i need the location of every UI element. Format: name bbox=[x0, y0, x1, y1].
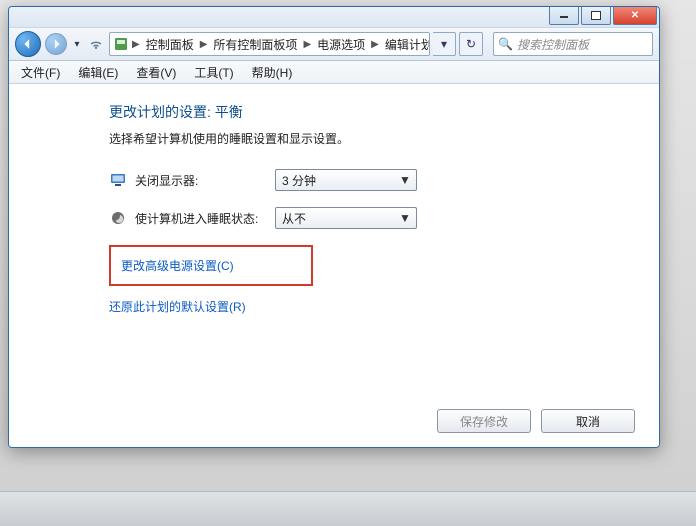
chevron-right-icon: ▶ bbox=[130, 39, 142, 50]
breadcrumb-all-items[interactable]: 所有控制面板项 bbox=[211, 36, 299, 53]
link-advanced-power-settings[interactable]: 更改高级电源设置(C) bbox=[121, 259, 234, 273]
display-icon bbox=[109, 171, 127, 189]
chevron-right-icon: ▶ bbox=[198, 39, 210, 50]
control-panel-icon bbox=[114, 36, 128, 52]
chevron-right-icon: ▶ bbox=[369, 39, 381, 50]
chevron-right-icon: ▶ bbox=[301, 39, 313, 50]
combo-value: 从不 bbox=[282, 210, 398, 227]
window-close-button[interactable] bbox=[613, 6, 657, 25]
menu-tools[interactable]: 工具(T) bbox=[186, 62, 241, 83]
sleep-icon bbox=[109, 209, 127, 227]
arrow-left-icon bbox=[22, 38, 34, 50]
label-sleep: 使计算机进入睡眠状态: bbox=[135, 210, 275, 227]
window-titlebar bbox=[9, 7, 659, 28]
search-input[interactable]: 🔍 搜索控制面板 bbox=[493, 32, 653, 56]
breadcrumb-root[interactable]: 控制面板 bbox=[144, 36, 196, 53]
nav-back-button[interactable] bbox=[15, 31, 41, 57]
highlight-box: 更改高级电源设置(C) bbox=[109, 245, 313, 286]
chevron-down-icon: ▼ bbox=[398, 211, 412, 225]
window-minimize-button[interactable] bbox=[549, 6, 579, 25]
menu-help[interactable]: 帮助(H) bbox=[244, 62, 301, 83]
refresh-button[interactable]: ↻ bbox=[459, 32, 483, 56]
window-maximize-button[interactable] bbox=[581, 6, 611, 25]
combo-turn-off-display[interactable]: 3 分钟 ▼ bbox=[275, 169, 417, 191]
menu-bar: 文件(F) 编辑(E) 查看(V) 工具(T) 帮助(H) bbox=[9, 61, 659, 84]
menu-view[interactable]: 查看(V) bbox=[128, 62, 184, 83]
save-button[interactable]: 保存修改 bbox=[437, 409, 531, 433]
link-restore-defaults[interactable]: 还原此计划的默认设置(R) bbox=[109, 300, 246, 314]
nav-forward-button[interactable] bbox=[45, 33, 67, 55]
nav-history-dropdown[interactable]: ▾ bbox=[71, 32, 83, 56]
network-status-icon bbox=[87, 35, 105, 53]
search-icon: 🔍 bbox=[498, 37, 513, 51]
page-subtext: 选择希望计算机使用的睡眠设置和显示设置。 bbox=[109, 130, 659, 147]
row-turn-off-display: 关闭显示器: 3 分钟 ▼ bbox=[109, 169, 659, 191]
navigation-bar: ▾ ▶ 控制面板 ▶ 所有控制面板项 ▶ 电源选项 ▶ 编辑计划设置 ▾ ↻ 🔍 bbox=[9, 28, 659, 61]
chevron-down-icon: ▼ bbox=[398, 173, 412, 187]
row-sleep: 使计算机进入睡眠状态: 从不 ▼ bbox=[109, 207, 659, 229]
window-controls bbox=[549, 6, 657, 27]
arrow-right-icon bbox=[50, 38, 62, 50]
address-breadcrumb[interactable]: ▶ 控制面板 ▶ 所有控制面板项 ▶ 电源选项 ▶ 编辑计划设置 bbox=[109, 32, 430, 56]
button-bar: 保存修改 取消 bbox=[437, 409, 635, 433]
combo-sleep[interactable]: 从不 ▼ bbox=[275, 207, 417, 229]
desktop-background: ▾ ▶ 控制面板 ▶ 所有控制面板项 ▶ 电源选项 ▶ 编辑计划设置 ▾ ↻ 🔍 bbox=[0, 0, 696, 526]
control-panel-window: ▾ ▶ 控制面板 ▶ 所有控制面板项 ▶ 电源选项 ▶ 编辑计划设置 ▾ ↻ 🔍 bbox=[8, 6, 660, 448]
content-area: 更改计划的设置: 平衡 选择希望计算机使用的睡眠设置和显示设置。 关闭显示器: … bbox=[9, 84, 659, 447]
breadcrumb-power-options[interactable]: 电源选项 bbox=[315, 36, 367, 53]
menu-file[interactable]: 文件(F) bbox=[13, 62, 68, 83]
label-turn-off-display: 关闭显示器: bbox=[135, 172, 275, 189]
breadcrumb-edit-plan[interactable]: 编辑计划设置 bbox=[383, 36, 430, 53]
cancel-button[interactable]: 取消 bbox=[541, 409, 635, 433]
taskbar[interactable] bbox=[0, 491, 696, 526]
combo-value: 3 分钟 bbox=[282, 172, 398, 189]
menu-edit[interactable]: 编辑(E) bbox=[70, 62, 126, 83]
search-placeholder: 搜索控制面板 bbox=[517, 36, 589, 53]
page-title: 更改计划的设置: 平衡 bbox=[109, 102, 659, 122]
address-dropdown-button[interactable]: ▾ bbox=[433, 32, 456, 56]
